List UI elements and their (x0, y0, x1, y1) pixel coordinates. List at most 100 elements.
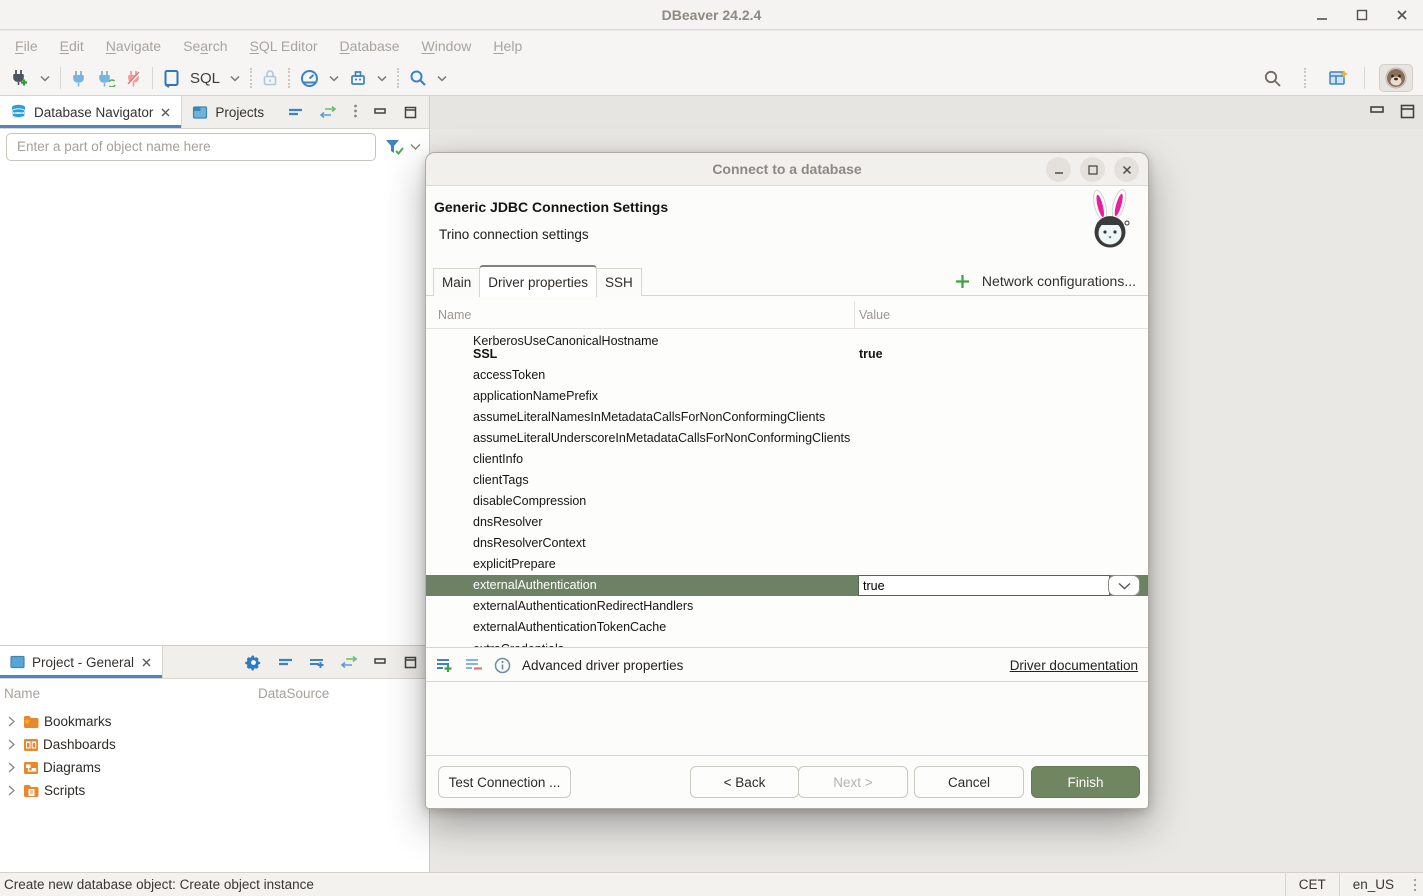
sql-editor-icon[interactable] (163, 69, 180, 88)
dashboard-dropdown-icon[interactable] (329, 75, 339, 82)
window-minimize-button[interactable] (1315, 8, 1329, 22)
view-menu-icon[interactable] (353, 104, 358, 120)
menu-file[interactable]: File (4, 38, 49, 54)
dialog-tab-driver-properties[interactable]: Driver properties (479, 265, 597, 297)
property-row-externalAuthentication[interactable]: externalAuthentication (426, 575, 1148, 596)
menu-sql-editor[interactable]: SQL Editor (239, 38, 329, 54)
panel-minimize-icon[interactable] (374, 107, 388, 117)
disconnect-icon[interactable] (126, 70, 142, 87)
property-row-clientInfo[interactable]: clientInfo (426, 449, 1148, 470)
property-row-explicitPrepare[interactable]: explicitPrepare (426, 554, 1148, 575)
property-row-clientTags[interactable]: clientTags (426, 470, 1148, 491)
panel-maximize-icon[interactable] (404, 106, 417, 119)
window-maximize-button[interactable] (1355, 8, 1369, 22)
dialog-minimize-button[interactable] (1046, 157, 1071, 182)
property-row-accessToken[interactable]: accessToken (426, 365, 1148, 386)
menu-search[interactable]: Search (172, 38, 238, 54)
sql-editor-dropdown-icon[interactable] (230, 75, 240, 82)
property-row-SSL[interactable]: SSLtrue (426, 344, 1148, 365)
menu-window[interactable]: Window (411, 38, 483, 54)
property-row-KerberosUseCanonicalHostname[interactable]: KerberosUseCanonicalHostname (426, 330, 1148, 344)
reconnect-icon[interactable] (97, 70, 116, 87)
collapse-all-icon[interactable] (278, 657, 293, 667)
column-header-name[interactable]: Name (438, 308, 471, 322)
network-configurations-button[interactable]: Network configurations... (955, 267, 1136, 295)
column-header-value[interactable]: Value (859, 308, 890, 322)
menu-help[interactable]: Help (482, 38, 533, 54)
back-button[interactable]: < Back (690, 766, 799, 798)
property-name: accessToken (473, 368, 545, 382)
property-value-editor[interactable] (858, 575, 1110, 596)
commit-mode-dropdown-icon[interactable] (377, 75, 387, 82)
tree-item-scripts[interactable]: Scripts (0, 779, 429, 802)
dialog-tab-main[interactable]: Main (433, 268, 480, 296)
panel-maximize-icon[interactable] (404, 656, 417, 669)
property-row-assumeLiteralNamesInMetadataCallsForNonConformingClients[interactable]: assumeLiteralNamesInMetadataCallsForNonC… (426, 407, 1148, 428)
dialog-maximize-button[interactable] (1080, 157, 1105, 182)
panel-minimize-icon[interactable] (374, 657, 388, 667)
chevron-right-icon[interactable] (3, 785, 19, 796)
tab-project-general[interactable]: Project - General (0, 646, 163, 678)
value-dropdown-button[interactable] (1108, 575, 1140, 596)
dialog-titlebar[interactable]: Connect to a database (426, 153, 1148, 186)
dialog-header-title: Generic JDBC Connection Settings (434, 199, 668, 215)
remove-property-icon[interactable] (465, 657, 483, 673)
property-row-externalAuthenticationTokenCache[interactable]: externalAuthenticationTokenCache (426, 617, 1148, 638)
filter-dropdown-icon[interactable] (410, 143, 421, 151)
link-with-editor-icon[interactable] (319, 106, 337, 118)
new-connection-icon[interactable] (10, 69, 30, 87)
menu-navigate[interactable]: Navigate (95, 38, 172, 54)
editor-maximize-icon[interactable] (1400, 104, 1415, 119)
tree-item-diagrams[interactable]: Diagrams (0, 756, 429, 779)
dashboard-gauge-icon[interactable] (300, 69, 319, 88)
cancel-button[interactable]: Cancel (914, 766, 1024, 798)
new-connection-dropdown-icon[interactable] (40, 75, 50, 82)
chevron-right-icon[interactable] (3, 716, 19, 727)
add-property-icon[interactable] (436, 657, 454, 673)
tab-projects[interactable]: Projects (182, 96, 274, 128)
tab-database-navigator[interactable]: Database Navigator (0, 96, 182, 128)
filter-funnel-icon[interactable] (384, 138, 404, 156)
user-avatar[interactable] (1379, 64, 1413, 92)
collapse-all-icon[interactable] (288, 107, 303, 117)
object-filter-input[interactable] (6, 133, 376, 161)
chevron-right-icon[interactable] (3, 762, 19, 773)
tree-item-dashboards[interactable]: Dashboards (0, 733, 429, 756)
link-with-editor-icon[interactable] (340, 656, 358, 668)
search-metadata-icon[interactable] (409, 69, 427, 87)
property-row-externalAuthenticationRedirectHandlers[interactable]: externalAuthenticationRedirectHandlers (426, 596, 1148, 617)
settings-gear-icon[interactable] (245, 654, 262, 671)
perspective-icon[interactable] (1328, 68, 1350, 88)
tab-close-icon[interactable] (160, 107, 171, 118)
menu-edit[interactable]: Edit (49, 38, 95, 54)
property-row-dnsResolverContext[interactable]: dnsResolverContext (426, 533, 1148, 554)
search-dropdown-icon[interactable] (437, 75, 447, 82)
property-row-dnsResolver[interactable]: dnsResolver (426, 512, 1148, 533)
column-header-name[interactable]: Name (0, 686, 258, 701)
tab-close-icon[interactable] (141, 657, 152, 668)
commit-mode-icon[interactable] (349, 69, 367, 87)
locale-indicator[interactable]: en_US (1339, 873, 1407, 896)
dialog-close-button[interactable] (1114, 157, 1139, 182)
finish-button[interactable]: Finish (1031, 766, 1140, 798)
dialog-tab-ssh[interactable]: SSH (596, 268, 642, 296)
property-row-applicationNamePrefix[interactable]: applicationNamePrefix (426, 386, 1148, 407)
test-connection-button[interactable]: Test Connection ... (438, 766, 571, 798)
editor-minimize-icon[interactable] (1370, 104, 1386, 119)
sql-editor-label[interactable]: SQL (190, 70, 220, 87)
timezone-indicator[interactable]: CET (1285, 873, 1339, 896)
lock-icon[interactable] (262, 69, 278, 87)
window-close-button[interactable] (1395, 8, 1409, 22)
chevron-right-icon[interactable] (3, 739, 19, 750)
property-row-disableCompression[interactable]: disableCompression (426, 491, 1148, 512)
status-menu-icon[interactable] (1407, 878, 1423, 892)
property-row-extraCredentials[interactable]: extraCredentials (426, 638, 1148, 647)
driver-documentation-link[interactable]: Driver documentation (1010, 658, 1138, 673)
menu-database[interactable]: Database (329, 38, 411, 54)
property-row-assumeLiteralUnderscoreInMetadataCallsForNonConformingClients[interactable]: assumeLiteralUnderscoreInMetadataCallsFo… (426, 428, 1148, 449)
connect-icon[interactable] (71, 70, 87, 87)
tree-item-bookmarks[interactable]: Bookmarks (0, 710, 429, 733)
expand-all-icon[interactable] (309, 655, 324, 669)
column-header-datasource[interactable]: DataSource (258, 686, 329, 701)
quick-search-icon[interactable] (1263, 69, 1282, 88)
